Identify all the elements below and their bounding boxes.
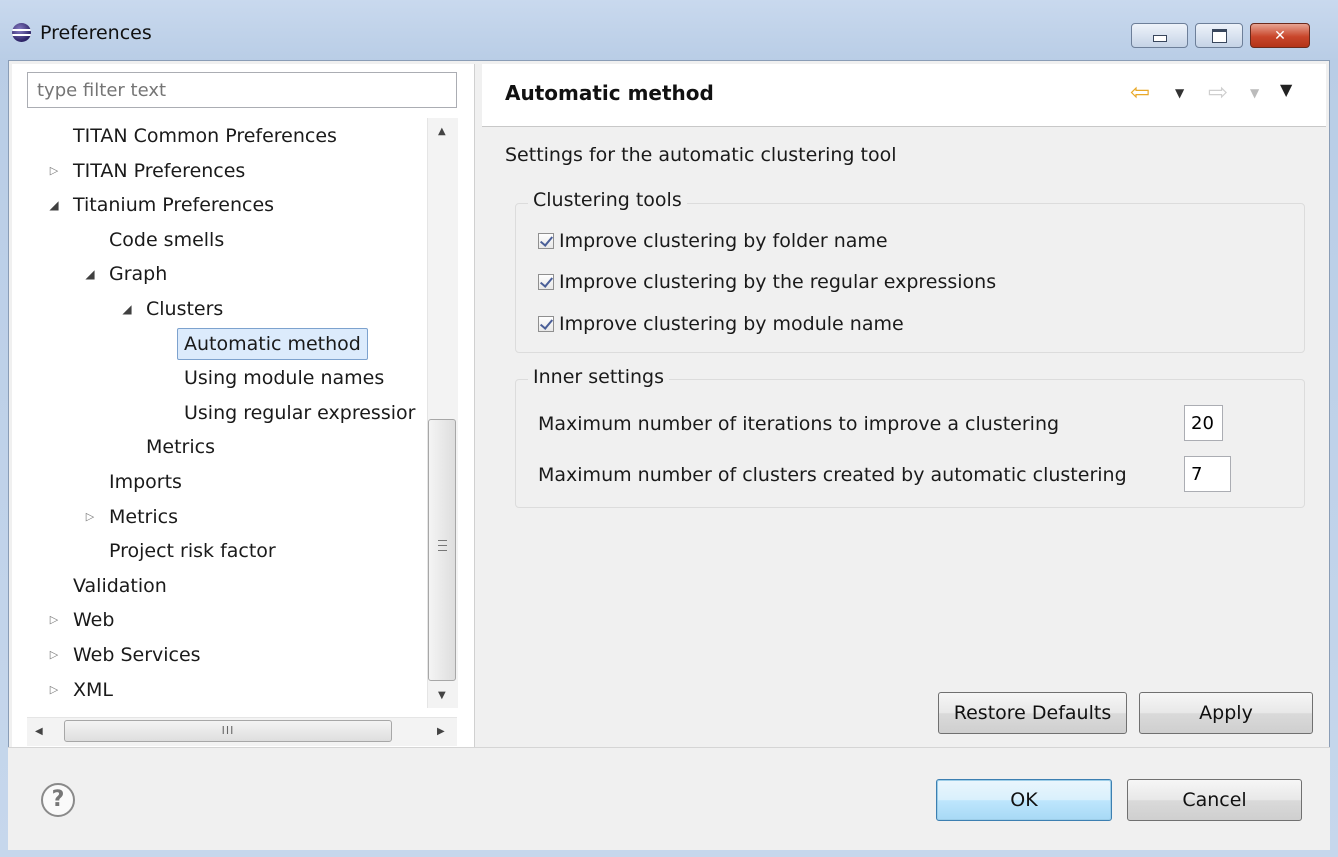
tree-horizontal-scroll-thumb[interactable]: III: [64, 720, 392, 742]
max-iterations-field[interactable]: [1184, 405, 1223, 441]
tree-item[interactable]: Using module names: [27, 362, 427, 394]
tree-item-label[interactable]: Automatic method: [177, 327, 368, 360]
tree-item[interactable]: ▷ TITAN Preferences: [27, 155, 427, 187]
regex-checkbox-label[interactable]: Improve clustering by the regular expres…: [559, 271, 996, 293]
expanded-triangle-icon[interactable]: ◢: [121, 293, 133, 325]
tree-item-label[interactable]: XML: [73, 674, 113, 706]
scroll-up-icon[interactable]: ▲: [438, 126, 446, 137]
filter-input[interactable]: [27, 72, 457, 108]
help-icon[interactable]: ?: [41, 783, 75, 817]
tree-item[interactable]: ◢ Graph: [27, 258, 427, 290]
collapsed-triangle-icon[interactable]: ▷: [48, 604, 60, 636]
tree-item[interactable]: ▷ Web: [27, 604, 427, 636]
restore-defaults-button[interactable]: Restore Defaults: [938, 692, 1127, 734]
module-name-checkbox[interactable]: [538, 316, 554, 332]
maximize-button[interactable]: [1195, 23, 1243, 48]
collapsed-triangle-icon[interactable]: ▷: [48, 674, 60, 706]
expanded-triangle-icon[interactable]: ◢: [48, 189, 60, 221]
scroll-down-icon[interactable]: ▼: [438, 690, 446, 701]
tree-item-label[interactable]: Using regular expressior: [184, 397, 415, 429]
back-arrow-icon[interactable]: ⇦: [1130, 78, 1150, 106]
ok-button[interactable]: OK: [936, 779, 1112, 821]
minimize-button[interactable]: [1131, 23, 1188, 48]
tree-item[interactable]: ▷ XML: [27, 674, 427, 706]
tree-vertical-scroll-thumb[interactable]: [428, 419, 456, 681]
clustering-tools-label: Clustering tools: [528, 189, 687, 211]
folder-name-checkbox-row[interactable]: Improve clustering by folder name: [538, 230, 888, 252]
folder-name-checkbox[interactable]: [538, 233, 554, 249]
folder-name-checkbox-label[interactable]: Improve clustering by folder name: [559, 230, 888, 252]
tree-item-label[interactable]: Project risk factor: [109, 535, 276, 567]
tree-item-label[interactable]: Clusters: [146, 293, 223, 325]
page-description: Settings for the automatic clustering to…: [505, 144, 897, 166]
preference-tree: TITAN Common Preferences ▷ TITAN Preferenc…: [27, 118, 427, 708]
scroll-left-icon[interactable]: ◀: [35, 726, 43, 737]
apply-button[interactable]: Apply: [1139, 692, 1313, 734]
forward-history-dropdown-icon[interactable]: ▼: [1250, 83, 1259, 103]
tree-item-label[interactable]: Web Services: [73, 639, 201, 671]
tree-item-label[interactable]: TITAN Preferences: [73, 155, 245, 187]
max-iterations-label: Maximum number of iterations to improve …: [538, 413, 1060, 435]
max-clusters-field[interactable]: [1184, 456, 1231, 492]
regex-checkbox-row[interactable]: Improve clustering by the regular expres…: [538, 271, 996, 293]
tree-item[interactable]: Imports: [27, 466, 427, 498]
collapsed-triangle-icon[interactable]: ▷: [48, 639, 60, 671]
tree-item[interactable]: ▷ Web Services: [27, 639, 427, 671]
regex-checkbox[interactable]: [538, 274, 554, 290]
view-menu-icon[interactable]: ▼: [1280, 80, 1292, 100]
tree-item-label[interactable]: Using module names: [184, 362, 384, 394]
expanded-triangle-icon[interactable]: ◢: [84, 258, 96, 290]
scroll-right-icon[interactable]: ▶: [437, 726, 445, 737]
close-icon: ✕: [1274, 27, 1286, 44]
tree-item[interactable]: ◢ Clusters: [27, 293, 427, 325]
tree-item[interactable]: ▷ Metrics: [27, 501, 427, 533]
tree-item-label[interactable]: Metrics: [109, 501, 178, 533]
maximize-icon: [1211, 28, 1227, 43]
tree-item[interactable]: Metrics: [27, 431, 427, 463]
title-bar[interactable]: Preferences ✕: [0, 0, 1338, 60]
tree-item[interactable]: TITAN Common Preferences: [27, 120, 427, 152]
tree-item[interactable]: Automatic method: [27, 327, 427, 360]
tree-item[interactable]: Code smells: [27, 224, 427, 256]
back-history-dropdown-icon[interactable]: ▼: [1175, 83, 1184, 103]
tree-item-label[interactable]: Web: [73, 604, 114, 636]
forward-arrow-icon[interactable]: ⇨: [1208, 78, 1228, 106]
module-name-checkbox-row[interactable]: Improve clustering by module name: [538, 313, 904, 335]
minimize-icon: [1152, 35, 1167, 42]
tree-item-label[interactable]: Graph: [109, 258, 167, 290]
tree-item-label[interactable]: Metrics: [146, 431, 215, 463]
max-clusters-label: Maximum number of clusters created by au…: [538, 464, 1127, 486]
close-button[interactable]: ✕: [1250, 23, 1310, 48]
tree-item[interactable]: ◢ Titanium Preferences: [27, 189, 427, 221]
cancel-button[interactable]: Cancel: [1127, 779, 1302, 821]
eclipse-icon: [12, 23, 31, 42]
tree-item-label[interactable]: Validation: [73, 570, 167, 602]
tree-item[interactable]: Project risk factor: [27, 535, 427, 567]
grip-icon: [438, 540, 447, 551]
inner-settings-label: Inner settings: [528, 366, 669, 388]
page-title: Automatic method: [505, 81, 714, 105]
window-title: Preferences: [40, 22, 152, 44]
tree-item-label[interactable]: Titanium Preferences: [73, 189, 274, 221]
tree-item[interactable]: Validation: [27, 570, 427, 602]
tree-item-label[interactable]: Code smells: [109, 224, 224, 256]
collapsed-triangle-icon[interactable]: ▷: [84, 501, 96, 533]
collapsed-triangle-icon[interactable]: ▷: [48, 155, 60, 187]
tree-item[interactable]: Using regular expressior: [27, 397, 427, 429]
tree-item-label[interactable]: TITAN Common Preferences: [73, 120, 337, 152]
module-name-checkbox-label[interactable]: Improve clustering by module name: [559, 313, 904, 335]
tree-item-label[interactable]: Imports: [109, 466, 182, 498]
